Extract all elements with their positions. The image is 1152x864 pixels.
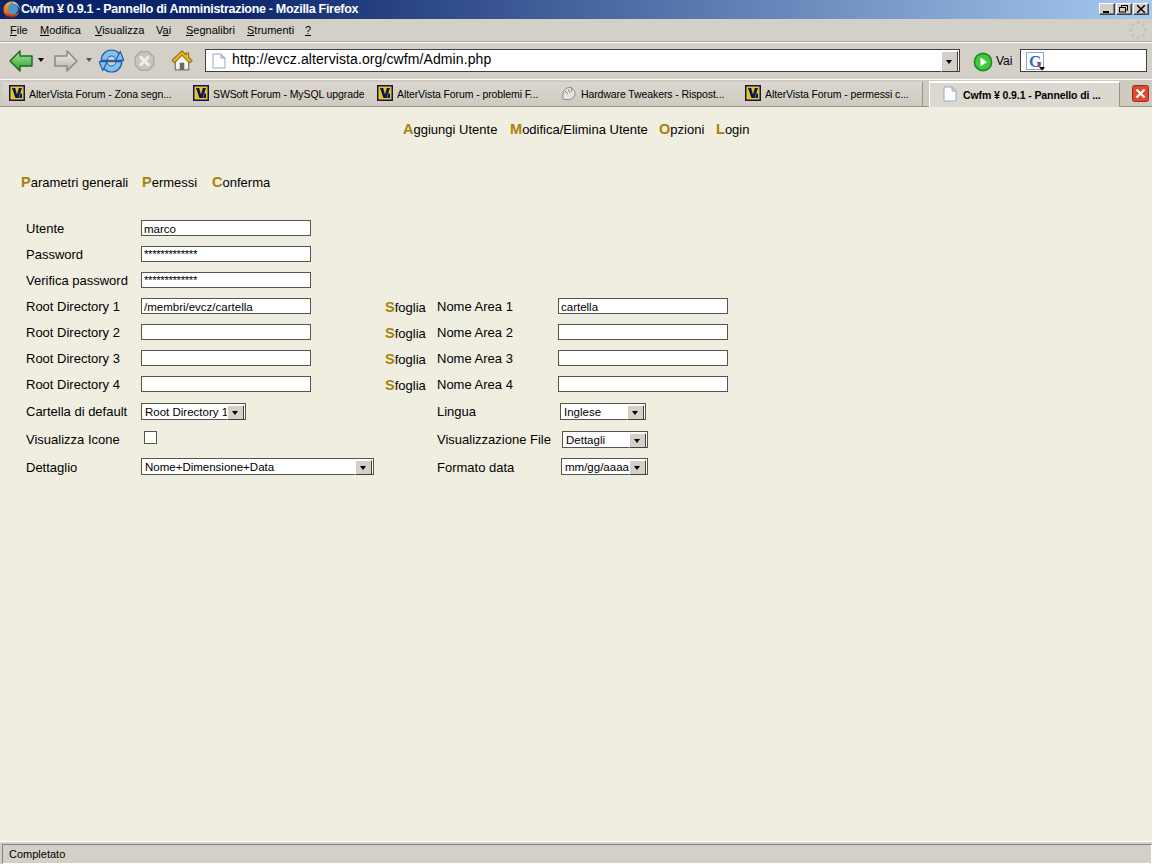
svg-text:G: G — [1029, 53, 1042, 70]
